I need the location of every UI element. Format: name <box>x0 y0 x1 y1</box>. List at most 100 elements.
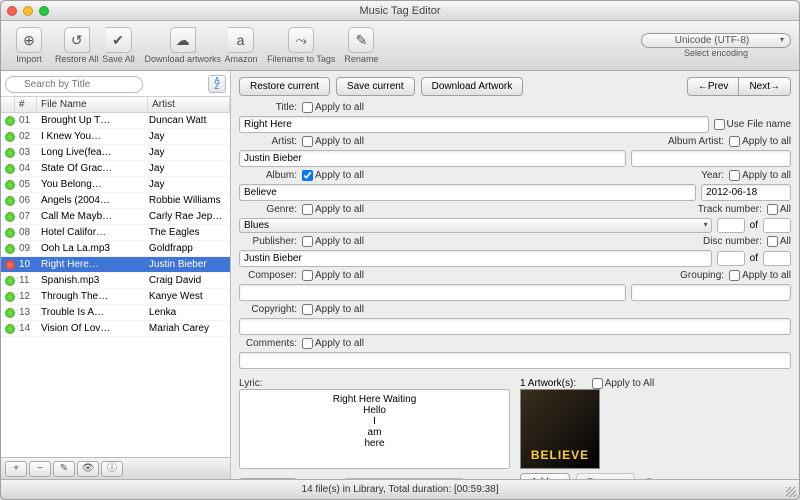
genre-apply-all[interactable] <box>302 204 313 215</box>
album-field[interactable] <box>239 184 696 201</box>
next-button[interactable]: Next→ <box>739 77 791 96</box>
year-field[interactable] <box>701 184 791 201</box>
year-apply-all[interactable] <box>729 170 740 181</box>
title-label: Title: <box>239 102 297 113</box>
table-row[interactable]: 11Spanish.mp3Craig David <box>1 273 230 289</box>
status-dot-icon <box>5 196 15 206</box>
download-artwork-button[interactable]: Download Artwork <box>421 77 524 96</box>
status-dot-icon <box>5 180 15 190</box>
resize-grip-icon[interactable] <box>786 487 796 497</box>
comments-apply-all[interactable] <box>302 338 313 349</box>
import-button[interactable]: ⊕Import <box>9 27 49 64</box>
status-dot-icon <box>5 292 15 302</box>
add-file-button[interactable]: + <box>5 461 27 477</box>
save-all-button[interactable]: ✔Save All <box>99 27 139 64</box>
cloud-download-icon: ☁ <box>170 27 196 53</box>
comments-field[interactable] <box>239 352 791 369</box>
restore-current-button[interactable]: Restore current <box>239 77 330 96</box>
grouping-apply-all[interactable] <box>729 270 740 281</box>
filename-to-tags-button[interactable]: ⤳Filename to Tags <box>267 27 335 64</box>
use-filename-check[interactable] <box>714 119 725 130</box>
table-row[interactable]: 09Ooh La La.mp3Goldfrapp <box>1 241 230 257</box>
copyright-apply-all[interactable] <box>302 304 313 315</box>
table-row[interactable]: 01Brought Up T…Duncan Watt <box>1 113 230 129</box>
status-dot-icon <box>5 164 15 174</box>
app-window: Music Tag Editor ⊕Import ↺Restore All ✔S… <box>0 0 800 500</box>
disc-apply-all[interactable] <box>767 236 778 247</box>
composer-field[interactable] <box>239 284 626 301</box>
artwork-count-label: 1 Artwork(s): <box>520 378 576 389</box>
publisher-field[interactable] <box>239 250 712 267</box>
table-row[interactable]: 14Vision Of Lov…Mariah Carey <box>1 321 230 337</box>
status-dot-icon <box>5 148 15 158</box>
album-artist-apply-all[interactable] <box>729 136 740 147</box>
check-circle-icon: ✔ <box>106 27 132 53</box>
rename-button[interactable]: ✎Rename <box>341 27 381 64</box>
genre-select[interactable]: Blues <box>239 218 712 233</box>
publisher-label: Publisher: <box>239 236 297 247</box>
file-list[interactable]: 01Brought Up T…Duncan Watt02I Knew You…J… <box>1 113 230 457</box>
album-apply-all[interactable] <box>302 170 313 181</box>
toolbar: ⊕Import ↺Restore All ✔Save All ☁Download… <box>1 21 799 71</box>
statusbar: 14 file(s) in Library, Total duration: [… <box>1 479 799 499</box>
amazon-button[interactable]: aAmazon <box>221 27 261 64</box>
artwork-thumbnail[interactable]: BELIEVE <box>520 389 600 469</box>
lyric-textarea[interactable] <box>239 389 510 469</box>
remove-file-button[interactable]: − <box>29 461 51 477</box>
table-row[interactable]: 03Long Live(fea…Jay <box>1 145 230 161</box>
album-artist-label: Album Artist: <box>668 136 724 147</box>
publisher-apply-all[interactable] <box>302 236 313 247</box>
track-apply-all[interactable] <box>767 204 778 215</box>
table-row[interactable]: 10Right Here…Justin Bieber <box>1 257 230 273</box>
rename-icon: ✎ <box>348 27 374 53</box>
title-apply-all[interactable] <box>302 102 313 113</box>
editor-panel: Restore current Save current Download Ar… <box>231 71 799 479</box>
comments-label: Comments: <box>239 338 297 349</box>
status-dot-icon <box>5 132 15 142</box>
sidebar-footer: + − ✎ 👁 ⓘ <box>1 457 230 479</box>
encoding-select[interactable]: Unicode (UTF-8) <box>641 33 791 48</box>
encoding-label: Select encoding <box>684 48 748 58</box>
composer-apply-all[interactable] <box>302 270 313 281</box>
reveal-file-button[interactable]: 👁 <box>77 461 99 477</box>
artist-label: Artist: <box>239 136 297 147</box>
edit-file-button[interactable]: ✎ <box>53 461 75 477</box>
table-row[interactable]: 04State Of Grac…Jay <box>1 161 230 177</box>
status-dot-icon <box>5 308 15 318</box>
restore-all-button[interactable]: ↺Restore All <box>55 27 99 64</box>
sort-button[interactable]: AZ <box>208 75 226 93</box>
genre-label: Genre: <box>239 204 297 215</box>
disc-num-field[interactable] <box>717 251 745 266</box>
table-row[interactable]: 07Call Me Mayb…Carly Rae Jepsen <box>1 209 230 225</box>
status-dot-icon <box>5 228 15 238</box>
status-dot-icon <box>5 212 15 222</box>
titlebar: Music Tag Editor <box>1 1 799 21</box>
grouping-field[interactable] <box>631 284 791 301</box>
info-button[interactable]: ⓘ <box>101 461 123 477</box>
prev-button[interactable]: ←Prev <box>687 77 740 96</box>
album-artist-field[interactable] <box>631 150 791 167</box>
composer-label: Composer: <box>239 270 297 281</box>
table-row[interactable]: 02I Knew You…Jay <box>1 129 230 145</box>
table-row[interactable]: 13Trouble Is A…Lenka <box>1 305 230 321</box>
grouping-label: Grouping: <box>680 270 724 281</box>
download-artworks-button[interactable]: ☁Download artworks <box>145 27 222 64</box>
table-row[interactable]: 08Hotel Califor…The Eagles <box>1 225 230 241</box>
track-num-field[interactable] <box>717 218 745 233</box>
artist-field[interactable] <box>239 150 626 167</box>
status-dot-icon <box>5 324 15 334</box>
tag-arrow-icon: ⤳ <box>288 27 314 53</box>
undo-icon: ↺ <box>64 27 90 53</box>
table-row[interactable]: 05You Belong…Jay <box>1 177 230 193</box>
status-dot-icon <box>5 260 15 270</box>
track-total-field[interactable] <box>763 218 791 233</box>
title-field[interactable] <box>239 116 709 133</box>
table-row[interactable]: 12Through The…Kanye West <box>1 289 230 305</box>
artist-apply-all[interactable] <box>302 136 313 147</box>
disc-total-field[interactable] <box>763 251 791 266</box>
copyright-field[interactable] <box>239 318 791 335</box>
save-current-button[interactable]: Save current <box>336 77 415 96</box>
artwork-apply-all[interactable] <box>592 378 603 389</box>
table-row[interactable]: 06Angels (2004…Robbie Williams <box>1 193 230 209</box>
search-input[interactable] <box>5 76 143 93</box>
